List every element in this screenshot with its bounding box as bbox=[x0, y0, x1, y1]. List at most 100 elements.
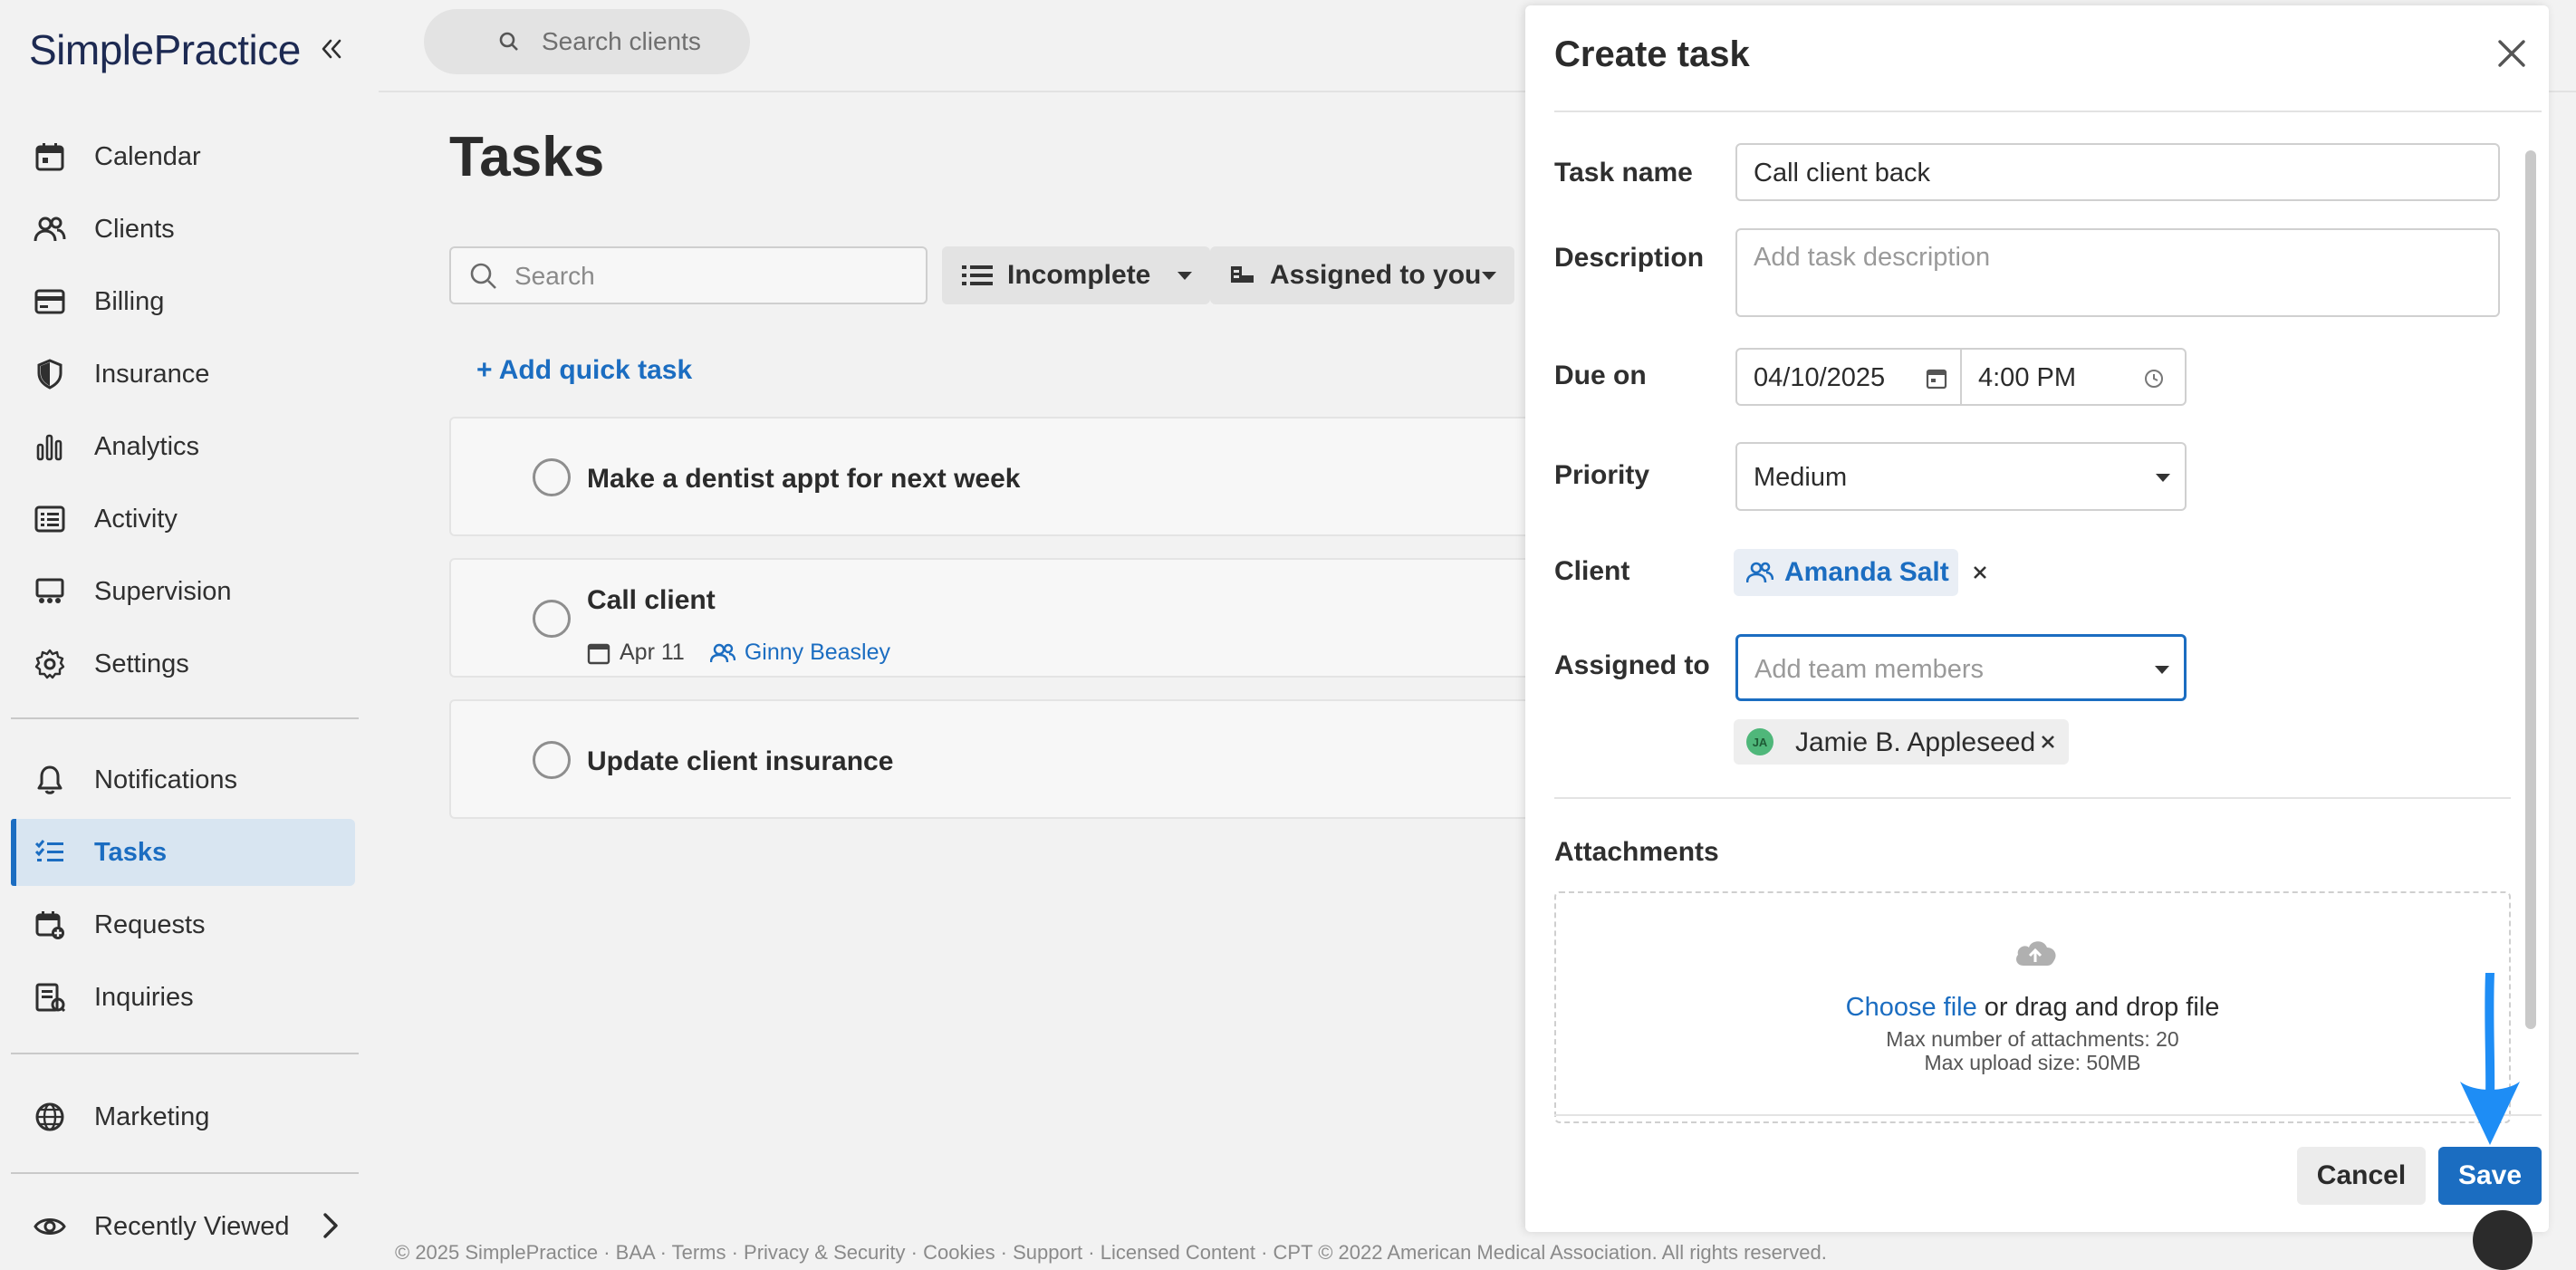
attachments-label: Attachments bbox=[1554, 837, 1719, 867]
eye-icon bbox=[33, 1209, 67, 1244]
task-complete-checkbox[interactable] bbox=[533, 741, 571, 779]
assignee-filter-label: Assigned to you bbox=[1270, 260, 1482, 290]
sidebar-item-supervision[interactable]: Supervision bbox=[11, 558, 355, 625]
task-row[interactable]: Make a dentist appt for next week bbox=[449, 417, 1572, 536]
task-search-input[interactable]: Search bbox=[449, 246, 928, 304]
chevron-down-icon bbox=[2155, 666, 2169, 674]
search-placeholder: Search clients bbox=[542, 27, 701, 55]
cancel-button[interactable]: Cancel bbox=[2297, 1147, 2426, 1205]
calendar-plus-icon bbox=[33, 908, 67, 942]
assigned-to-select[interactable]: Add team members bbox=[1735, 634, 2187, 701]
sidebar-item-billing[interactable]: Billing bbox=[11, 268, 355, 335]
sidebar-divider bbox=[11, 1172, 359, 1174]
close-icon[interactable] bbox=[2494, 36, 2529, 71]
due-date-value: 04/10/2025 bbox=[1754, 363, 1886, 392]
due-date-input[interactable]: 04/10/2025 bbox=[1735, 348, 1962, 406]
footer-links[interactable]: © 2025 SimplePractice · BAA · Terms · Pr… bbox=[395, 1241, 1827, 1265]
description-placeholder: Add task description bbox=[1754, 243, 1991, 272]
sidebar-item-tasks[interactable]: Tasks bbox=[11, 819, 355, 886]
page-title: Tasks bbox=[449, 126, 605, 188]
dropzone-text: Choose file or drag and drop file bbox=[1556, 993, 2509, 1023]
status-filter-dropdown[interactable]: Incomplete bbox=[942, 246, 1210, 304]
description-input[interactable]: Add task description bbox=[1735, 228, 2500, 317]
annotation-arrow bbox=[2460, 973, 2520, 1145]
sidebar-item-label: Notifications bbox=[94, 765, 237, 794]
gear-icon bbox=[33, 647, 67, 681]
help-chat-button[interactable] bbox=[2473, 1210, 2533, 1270]
drag-drop-text: or drag and drop file bbox=[1976, 993, 2220, 1022]
sidebar-item-analytics[interactable]: Analytics bbox=[11, 413, 355, 480]
task-title: Update client insurance bbox=[587, 746, 894, 776]
task-row[interactable]: Update client insurance bbox=[449, 699, 1572, 819]
client-label: Client bbox=[1554, 556, 1630, 586]
task-row[interactable]: Call client Apr 11 Ginny Beasley bbox=[449, 558, 1572, 678]
sidebar-item-requests[interactable]: Requests bbox=[11, 891, 355, 958]
sidebar-item-settings[interactable]: Settings bbox=[11, 630, 355, 698]
sidebar-item-recently-viewed[interactable]: Recently Viewed bbox=[11, 1193, 355, 1260]
sidebar-item-calendar[interactable]: Calendar bbox=[11, 123, 355, 190]
task-complete-checkbox[interactable] bbox=[533, 600, 571, 638]
shield-icon bbox=[33, 357, 67, 391]
globe-icon bbox=[33, 1100, 67, 1134]
assigned-to-placeholder: Add team members bbox=[1754, 655, 1985, 684]
task-complete-checkbox[interactable] bbox=[533, 458, 571, 496]
sidebar-item-clients[interactable]: Clients bbox=[11, 196, 355, 263]
drawer-divider bbox=[1554, 797, 2511, 799]
search-icon bbox=[470, 263, 496, 289]
sidebar-item-marketing[interactable]: Marketing bbox=[11, 1083, 355, 1150]
client-search-input[interactable]: Search clients bbox=[424, 9, 750, 74]
sidebar-item-label: Analytics bbox=[94, 431, 200, 461]
sidebar-item-label: Recently Viewed bbox=[94, 1211, 290, 1241]
sidebar-item-activity[interactable]: Activity bbox=[11, 486, 355, 553]
task-title: Call client bbox=[587, 585, 716, 615]
sidebar-item-label: Calendar bbox=[94, 141, 201, 171]
sidebar-item-label: Settings bbox=[94, 649, 189, 678]
cloud-upload-icon bbox=[2016, 941, 2056, 966]
list-icon bbox=[962, 265, 993, 285]
chevron-right-icon[interactable] bbox=[317, 1210, 344, 1241]
chevron-down-icon bbox=[2156, 474, 2170, 482]
due-time-input[interactable]: 4:00 PM bbox=[1960, 348, 2187, 406]
collapse-sidebar-icon[interactable] bbox=[313, 31, 350, 67]
search-placeholder: Search bbox=[514, 262, 595, 290]
calendar-icon bbox=[33, 140, 67, 174]
sidebar-item-notifications[interactable]: Notifications bbox=[11, 746, 355, 813]
sidebar-item-insurance[interactable]: Insurance bbox=[11, 341, 355, 408]
calendar-icon[interactable] bbox=[1926, 368, 1947, 390]
inquiries-icon bbox=[33, 980, 67, 1015]
task-client-link[interactable]: Ginny Beasley bbox=[745, 640, 890, 666]
task-meta: Apr 11 Ginny Beasley bbox=[587, 640, 890, 666]
task-name-input[interactable]: Call client back bbox=[1735, 143, 2500, 201]
bell-icon bbox=[33, 763, 67, 797]
sidebar-item-label: Insurance bbox=[94, 359, 210, 389]
assigned-member-name: Jamie B. Appleseed bbox=[1795, 727, 2036, 757]
client-chip[interactable]: Amanda Salt bbox=[1734, 549, 1958, 596]
people-icon bbox=[1746, 562, 1773, 583]
clock-icon[interactable] bbox=[2143, 368, 2165, 390]
add-quick-task-link[interactable]: + Add quick task bbox=[476, 355, 692, 386]
sidebar-item-inquiries[interactable]: Inquiries bbox=[11, 964, 355, 1031]
drawer-divider bbox=[1554, 1114, 2542, 1116]
client-name: Amanda Salt bbox=[1784, 557, 1949, 587]
drawer-title: Create task bbox=[1554, 34, 1750, 74]
task-title: Make a dentist appt for next week bbox=[587, 464, 1021, 494]
remove-client-icon[interactable] bbox=[1969, 562, 1991, 583]
priority-select[interactable]: Medium bbox=[1735, 442, 2187, 511]
priority-label: Priority bbox=[1554, 460, 1650, 490]
app-logo[interactable]: SimplePractice bbox=[29, 25, 301, 74]
people-icon bbox=[709, 643, 735, 662]
assignee-filter-dropdown[interactable]: Assigned to you bbox=[1210, 246, 1514, 304]
remove-member-icon[interactable] bbox=[2038, 732, 2058, 752]
sidebar-item-label: Inquiries bbox=[94, 982, 194, 1012]
description-label: Description bbox=[1554, 243, 1705, 273]
due-time-value: 4:00 PM bbox=[1978, 363, 2076, 392]
save-button[interactable]: Save bbox=[2438, 1147, 2542, 1205]
drawer-scrollbar[interactable] bbox=[2525, 150, 2536, 1029]
assigned-member-chip: JA Jamie B. Appleseed bbox=[1734, 719, 2069, 765]
sidebar-item-label: Billing bbox=[94, 286, 165, 316]
max-attachments-text: Max number of attachments: 20 bbox=[1886, 1027, 2179, 1051]
priority-value: Medium bbox=[1754, 463, 1848, 492]
drawer-divider bbox=[1554, 111, 2542, 112]
attachment-dropzone[interactable]: Choose file or drag and drop file Max nu… bbox=[1554, 891, 2511, 1123]
choose-file-link[interactable]: Choose file bbox=[1846, 993, 1977, 1022]
